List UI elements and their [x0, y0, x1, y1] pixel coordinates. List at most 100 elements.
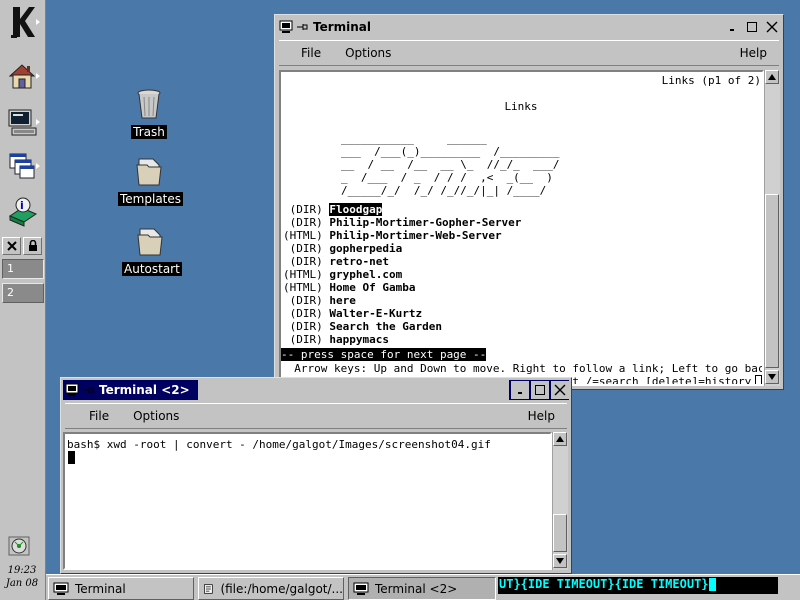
link-item[interactable]: (DIR) Walter-E-Kurtz: [283, 307, 521, 320]
link-type: (DIR): [283, 320, 323, 333]
page-heading: Links: [504, 100, 538, 113]
link-name: Philip-Mortimer-Web-Server: [329, 229, 502, 242]
next-page-prompt: -- press space for next page --: [281, 348, 487, 361]
task-label: Terminal <2>: [375, 581, 458, 596]
kde-panel: i 1 2 19:23 Jan 08: [0, 0, 46, 600]
scrollbar-thumb[interactable]: [553, 514, 567, 552]
window-title: Terminal: [313, 20, 517, 34]
terminal-2-screen[interactable]: bash$ xwd -root | convert - /home/galgot…: [63, 432, 552, 570]
menu-file[interactable]: File: [279, 46, 333, 60]
ticker-text: UT}{IDE TIMEOUT}{IDE TIMEOUT}: [499, 577, 709, 591]
help-line: Arrow keys: Up and Down to move. Right t…: [281, 362, 764, 375]
task-terminal[interactable]: Terminal: [48, 577, 194, 600]
terminal-launcher-button[interactable]: [2, 102, 42, 142]
link-type: (DIR): [283, 203, 323, 216]
desktop-1-button[interactable]: 1: [2, 259, 44, 279]
lock-icon: [28, 240, 37, 251]
link-type: (DIR): [283, 333, 323, 346]
link-type: (DIR): [283, 307, 323, 320]
help-launcher-button[interactable]: i: [2, 192, 42, 232]
link-name: Philip-Mortimer-Gopher-Server: [329, 216, 522, 229]
terminal-icon: [279, 20, 293, 33]
menu-file[interactable]: File: [65, 409, 121, 423]
ascii-art-line: ___________ ______: [341, 132, 487, 145]
link-item[interactable]: (HTML) Home Of Gamba: [283, 281, 521, 294]
scroll-down-button[interactable]: [765, 370, 779, 384]
trash-icon: [137, 89, 161, 119]
k-menu-button[interactable]: [2, 2, 42, 42]
link-item[interactable]: (DIR) retro-net: [283, 255, 521, 268]
text-cursor: [68, 451, 75, 464]
tray-cd-button[interactable]: [8, 536, 30, 559]
menu-options[interactable]: Options: [333, 46, 403, 60]
task-file-manager[interactable]: (file:/home/galgot/...: [198, 577, 344, 600]
arrow-up-icon: [768, 74, 776, 80]
vertical-scrollbar[interactable]: [764, 70, 780, 386]
desktop-icon-trash[interactable]: Trash: [128, 88, 170, 139]
windows-icon: [9, 153, 35, 179]
close-button[interactable]: [551, 381, 569, 399]
terminal-2-window[interactable]: Terminal <2> File Options Help bash$ xwd…: [60, 377, 572, 574]
maximize-icon: [747, 22, 757, 32]
desktop-icon-autostart[interactable]: Autostart: [122, 225, 182, 276]
clock-time: 19:23: [7, 565, 37, 576]
menu-options[interactable]: Options: [121, 409, 191, 423]
ticker-cursor: [708, 578, 716, 591]
ascii-art-line: /_____/_/ /_/ /_//_/|_| /____/: [341, 184, 547, 197]
close-button[interactable]: [763, 18, 781, 36]
menu-help[interactable]: Help: [516, 409, 567, 423]
desktop-2-button[interactable]: 2: [2, 283, 44, 303]
link-type: (DIR): [283, 242, 323, 255]
text-cursor: [755, 375, 762, 384]
maximize-button[interactable]: [743, 18, 761, 36]
terminal-screen[interactable]: Links (p1 of 2) Links ___________ ______…: [279, 70, 764, 386]
vertical-scrollbar[interactable]: [552, 432, 568, 570]
menu-help[interactable]: Help: [728, 46, 779, 60]
link-item[interactable]: (DIR) gopherpedia: [283, 242, 521, 255]
scroll-up-button[interactable]: [765, 70, 779, 84]
maximize-button[interactable]: [531, 381, 549, 399]
home-button[interactable]: [2, 56, 42, 96]
desktop-icon-templates[interactable]: Templates: [118, 155, 184, 206]
window-titlebar[interactable]: Terminal <2>: [63, 380, 569, 400]
link-item[interactable]: (DIR) happymacs: [283, 333, 521, 346]
link-item[interactable]: (DIR) Philip-Mortimer-Gopher-Server: [283, 216, 522, 229]
lock-screen-button[interactable]: [23, 237, 42, 255]
scrollbar-thumb[interactable]: [765, 194, 779, 368]
task-terminal-2[interactable]: Terminal <2>: [348, 577, 496, 600]
pin-icon[interactable]: [81, 383, 95, 397]
link-name: retro-net: [329, 255, 389, 268]
minimize-icon: [730, 29, 734, 31]
close-icon: [766, 21, 778, 33]
panel-clock[interactable]: 19:23 Jan 08: [0, 564, 44, 590]
ascii-art-logo: ___________ ______ ___ /___(_)_________ …: [341, 132, 560, 197]
scroll-up-button[interactable]: [553, 432, 567, 446]
window-list-button[interactable]: [2, 146, 42, 186]
task-label: Terminal: [75, 581, 126, 596]
terminal-icon: [53, 582, 69, 595]
link-name: Search the Garden: [329, 320, 442, 333]
minimize-button[interactable]: [723, 18, 741, 36]
link-name: here: [329, 294, 356, 307]
scroll-down-button[interactable]: [553, 554, 567, 568]
link-name: gopherpedia: [329, 242, 403, 255]
link-item[interactable]: (HTML) gryphel.com: [283, 268, 521, 281]
link-item[interactable]: (HTML) Philip-Mortimer-Web-Server: [283, 229, 521, 242]
link-name: Walter-E-Kurtz: [329, 307, 423, 320]
link-item[interactable]: (DIR) here: [283, 294, 521, 307]
taskbar: Terminal (file:/home/galgot/... Terminal…: [46, 574, 800, 600]
link-name: Floodgap: [329, 203, 383, 216]
link-name: Home Of Gamba: [329, 281, 416, 294]
pin-icon[interactable]: [295, 20, 309, 34]
window-titlebar[interactable]: Terminal: [277, 17, 781, 37]
logout-button[interactable]: [2, 237, 21, 255]
link-type: (HTML): [283, 281, 323, 294]
ascii-art-line: _ /___ / _ / / / ,< _(__ ): [341, 171, 553, 184]
help-book-icon: i: [8, 197, 38, 227]
folder-icon: [136, 158, 162, 186]
status-line: -- press space for next page --: [281, 348, 487, 361]
link-item[interactable]: (DIR) Search the Garden: [283, 320, 521, 333]
link-item[interactable]: (DIR) Floodgap: [283, 203, 521, 216]
terminal-window[interactable]: Terminal File Options Help Links (p1 of …: [274, 14, 784, 390]
minimize-button[interactable]: [511, 381, 529, 399]
